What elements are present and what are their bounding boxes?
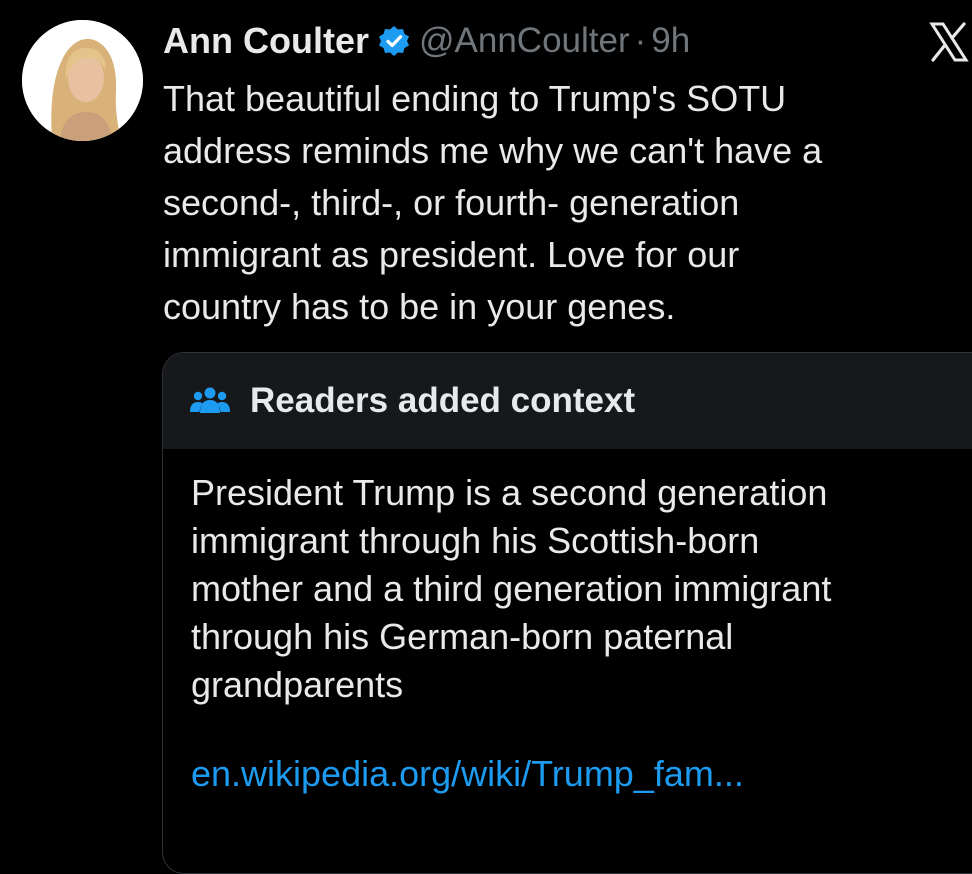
tweet-text: That beautiful ending to Trump's SOTU ad… (163, 73, 953, 333)
tweet-text-line: That beautiful ending to Trump's SOTU (163, 78, 787, 119)
separator-dot: · (634, 21, 647, 60)
community-note-body: President Trump is a second generation i… (163, 449, 972, 709)
user-handle[interactable]: @AnnCoulter (419, 21, 630, 61)
verified-badge-icon (378, 25, 410, 57)
community-note-header[interactable]: Readers added context (163, 353, 972, 449)
source-link[interactable]: en.wikipedia.org/wiki/Trump_fam... (191, 753, 744, 795)
note-body-line: mother and a third generation immigrant (191, 568, 832, 609)
tweet-text-line: country has to be in your genes. (163, 286, 676, 327)
community-note-title: Readers added context (250, 381, 636, 420)
x-logo-icon (929, 22, 969, 62)
note-body-line: immigrant through his Scottish-born (191, 520, 760, 561)
timestamp[interactable]: 9h (651, 21, 690, 61)
note-body-line: President Trump is a second generation (191, 472, 828, 513)
display-name[interactable]: Ann Coulter (163, 20, 369, 62)
note-body-line: through his German-born paternal (191, 616, 734, 657)
avatar[interactable] (22, 20, 143, 141)
community-note-card: Readers added context President Trump is… (162, 352, 972, 874)
tweet-text-line: address reminds me why we can't have a (163, 130, 823, 171)
note-body-line: grandparents (191, 664, 404, 705)
tweet-header: Ann Coulter @AnnCoulter · 9h (163, 18, 690, 64)
tweet-text-line: second-, third-, or fourth- generation (163, 182, 740, 223)
people-icon (190, 385, 230, 417)
tweet-text-line: immigrant as president. Love for our (163, 234, 740, 275)
